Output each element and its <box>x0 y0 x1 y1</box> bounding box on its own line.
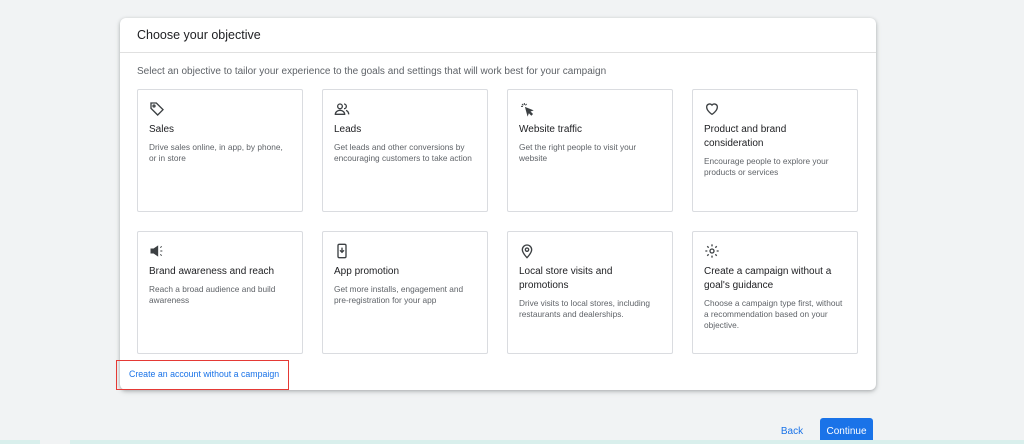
tile-title: Website traffic <box>519 124 582 135</box>
tile-description: Choose a campaign type first, without a … <box>704 298 843 330</box>
objective-tile-product-brand-consideration[interactable]: Product and brand consideration Encourag… <box>692 89 858 212</box>
heart-icon <box>704 101 720 117</box>
location-pin-icon <box>519 243 535 259</box>
tile-title: App promotion <box>334 266 400 277</box>
bottom-strip <box>0 440 1024 444</box>
tile-title: Brand awareness and reach <box>149 266 275 277</box>
dialog-header: Choose your objective <box>120 18 876 53</box>
tile-title: Product and brand consideration <box>704 124 787 149</box>
create-account-without-campaign-link[interactable]: Create an account without a campaign <box>129 369 279 379</box>
megaphone-icon <box>149 243 165 259</box>
tile-title: Local store visits and promotions <box>519 266 613 291</box>
objective-dialog: Choose your objective Select an objectiv… <box>120 18 876 390</box>
tile-description: Drive visits to local stores, including … <box>519 298 650 319</box>
cursor-click-icon <box>519 101 535 117</box>
dialog-title: Choose your objective <box>137 28 261 42</box>
dialog-subtitle: Select an objective to tailor your exper… <box>137 66 607 77</box>
tile-title: Create a campaign without a goal's guida… <box>704 266 832 291</box>
objective-tile-brand-awareness[interactable]: Brand awareness and reach Reach a broad … <box>137 231 303 354</box>
tile-title: Sales <box>149 124 175 135</box>
tile-description: Reach a broad audience and build awarene… <box>149 284 276 305</box>
objective-tile-leads[interactable]: Leads Get leads and other conversions by… <box>322 89 488 212</box>
objective-tile-local-store-visits[interactable]: Local store visits and promotions Drive … <box>507 231 673 354</box>
tile-description: Encourage people to explore your product… <box>704 156 829 177</box>
tile-description: Get the right people to visit your websi… <box>519 142 637 163</box>
gear-icon <box>704 243 720 259</box>
tag-icon <box>149 101 165 117</box>
tile-description: Drive sales online, in app, by phone, or… <box>149 142 283 163</box>
tile-description: Get leads and other conversions by encou… <box>334 142 472 163</box>
mobile-download-icon <box>334 243 350 259</box>
objective-tile-app-promotion[interactable]: App promotion Get more installs, engagem… <box>322 231 488 354</box>
tile-description: Get more installs, engagement and pre-re… <box>334 284 464 305</box>
back-button[interactable]: Back <box>772 421 812 441</box>
objective-tile-sales[interactable]: Sales Drive sales online, in app, by pho… <box>137 89 303 212</box>
tile-title: Leads <box>334 124 362 135</box>
objective-tile-no-goal-guidance[interactable]: Create a campaign without a goal's guida… <box>692 231 858 354</box>
people-icon <box>334 101 350 117</box>
objective-tile-website-traffic[interactable]: Website traffic Get the right people to … <box>507 89 673 212</box>
